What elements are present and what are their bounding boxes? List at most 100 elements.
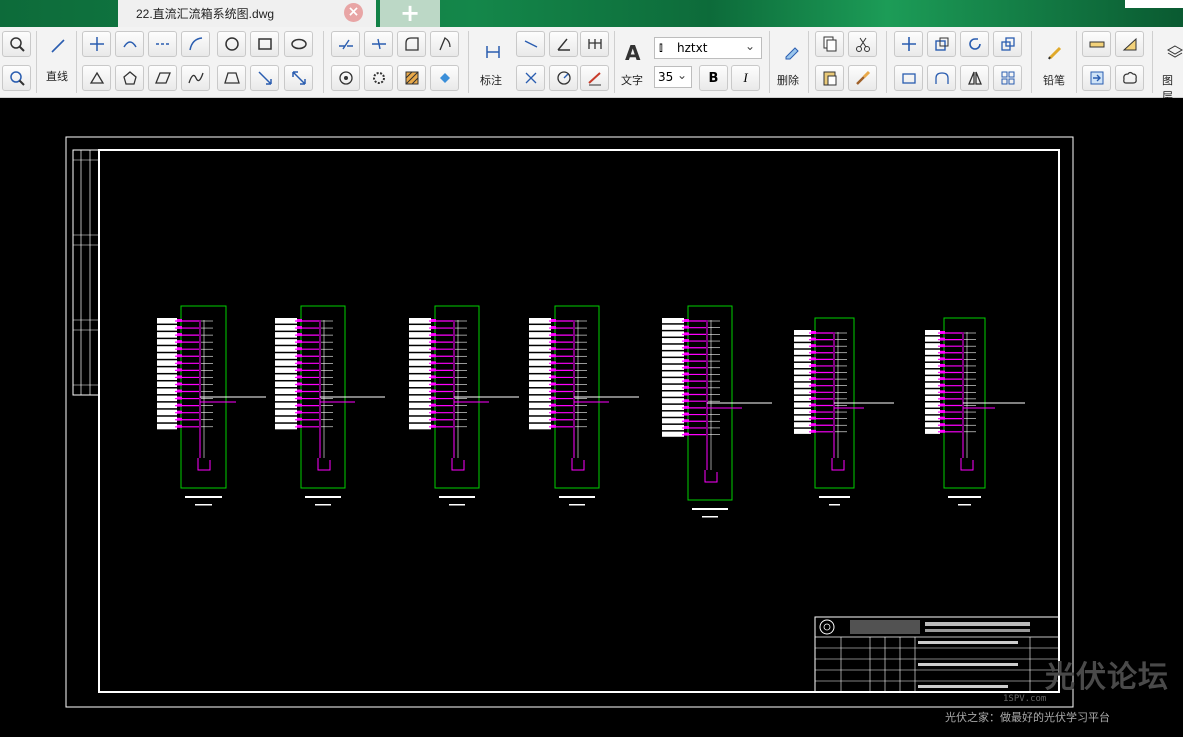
arc-icon[interactable] [115,31,144,57]
document-tab[interactable]: 22.直流汇流箱系统图.dwg × [118,0,376,27]
zoom-in-icon[interactable] [2,31,31,57]
string-label-cell [157,339,177,345]
fill-icon[interactable] [430,65,459,91]
radius-dimension-icon[interactable] [549,65,578,91]
stretch-icon[interactable] [894,65,923,91]
import-icon[interactable] [1082,65,1111,91]
continuous-dimension-icon[interactable] [580,31,609,57]
scale-icon[interactable] [927,31,956,57]
copy-icon[interactable] [815,31,844,57]
trim-icon[interactable] [331,31,360,57]
fuse-mark [551,333,556,337]
rotate-arrow-icon[interactable] [960,31,989,57]
drawing-canvas[interactable]: 光伏论坛 1SPV.com 光伏之家：做最好的光伏学习平台 [0,98,1183,733]
string-label-cell [794,336,811,342]
string-label-cell [275,395,297,402]
fuse-mark [551,403,556,407]
tab-bar: 22.直流汇流箱系统图.dwg × + [0,0,1183,27]
string-label-cell [409,409,431,416]
string-label-cell [157,374,177,380]
parallelogram-icon[interactable] [148,65,177,91]
string-label-cell [409,346,431,352]
bold-button[interactable]: B [699,65,728,91]
separator [1076,31,1077,93]
string-label-cell [925,428,940,434]
string-label-cell [662,391,684,397]
string-label-cell [275,374,297,380]
triangle-icon[interactable] [82,65,111,91]
fuse-mark [940,344,945,348]
fuse-mark [811,429,816,433]
font-size-select[interactable]: 35 ⌄ [654,66,692,88]
mirror-icon[interactable] [960,65,989,91]
string-label-cell [157,325,177,331]
offset-icon[interactable] [927,65,956,91]
dashed-line-icon[interactable] [148,31,177,57]
ordinate-dimension-icon[interactable] [516,65,545,91]
string-label-cell [794,330,811,336]
format-painter-icon[interactable] [848,65,877,91]
trapezoid-icon[interactable] [217,65,246,91]
double-arrow-icon[interactable] [284,65,313,91]
dimension-icon[interactable] [478,39,507,65]
fuse-mark [551,396,556,400]
aligned-dimension-icon[interactable] [516,31,545,57]
extend-icon[interactable] [364,31,393,57]
fuse-mark [431,340,436,344]
string-label-cell [529,367,551,373]
string-label-cell [157,409,177,416]
string-label-cell [662,351,684,357]
fillet-icon[interactable] [397,31,426,57]
chevron-down-icon: ⌄ [676,68,687,82]
line-tool-icon[interactable] [43,33,72,59]
gear-icon[interactable] [364,65,393,91]
new-tab-button[interactable]: + [380,0,440,27]
paste-icon[interactable] [815,65,844,91]
move-icon[interactable] [894,31,923,57]
string-label-cell [529,332,551,338]
leader-icon[interactable] [580,65,609,91]
circle-icon[interactable] [217,31,246,57]
cloud-icon[interactable] [1115,65,1144,91]
fuse-mark [811,396,816,400]
ellipse-icon[interactable] [284,31,313,57]
string-label-cell [157,402,177,409]
pencil-icon[interactable] [1040,39,1069,65]
separator [1031,31,1032,93]
rotate-icon[interactable] [331,65,360,91]
italic-button[interactable]: I [731,65,760,91]
close-tab-button[interactable]: × [344,3,363,22]
font-select[interactable]: ⫾ hztxt ⌄ [654,37,762,59]
string-label-cell [794,428,811,434]
chamfer-icon[interactable] [430,31,459,57]
layers-icon[interactable] [1160,39,1183,65]
angle-dimension-icon[interactable] [549,31,578,57]
separator [36,31,37,93]
fuse-mark [811,337,816,341]
text-tool-icon[interactable]: A [625,41,640,65]
pentagon-icon[interactable] [115,65,144,91]
rectangle-icon[interactable] [250,31,279,57]
string-label-cell [409,353,431,359]
box-caption-mark [569,504,585,506]
cut-icon[interactable] [848,31,877,57]
grid-icon[interactable] [993,65,1022,91]
polyline-icon[interactable] [82,31,111,57]
string-label-cell [662,324,684,330]
curve-icon[interactable] [181,65,210,91]
spline-icon[interactable] [181,31,210,57]
arrow-icon[interactable] [250,65,279,91]
string-label-cell [409,402,431,409]
text-tool-label: 文字 [621,74,643,87]
string-label-cell [662,364,684,370]
eraser-icon[interactable] [776,39,805,65]
fuse-mark [297,382,302,386]
measure-distance-icon[interactable] [1082,31,1111,57]
hatch-icon[interactable] [397,65,426,91]
fuse-mark [940,429,945,433]
array-icon[interactable] [993,31,1022,57]
string-label-cell [157,388,177,395]
zoom-extents-icon[interactable] [2,65,31,91]
ground-path [960,458,974,471]
measure-area-icon[interactable] [1115,31,1144,57]
